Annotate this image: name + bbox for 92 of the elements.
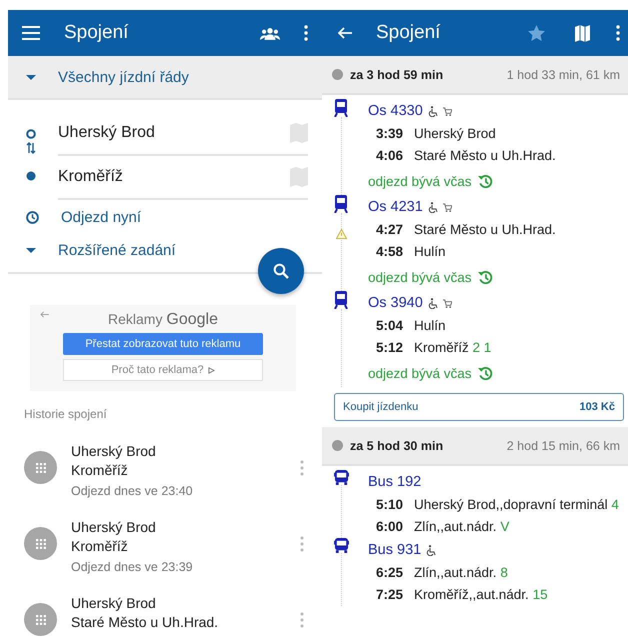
screen-title: Spojení (64, 22, 130, 44)
stop-name: Kroměříž (414, 340, 469, 355)
stop-name: Zlín,,aut.nádr. (414, 565, 497, 580)
star-icon[interactable] (528, 25, 545, 41)
departure-time-option[interactable]: Odjezd nyní (61, 208, 142, 226)
stop-name: Uherský Brod (414, 126, 496, 141)
stop-name: Staré Město u Uh.Hrad. (414, 222, 556, 237)
stop-time: 7:25 (376, 586, 404, 604)
stop-time: 3:39 (376, 125, 404, 143)
history-icon (478, 270, 493, 284)
history-destination: Staré Město u Uh.Hrad. (71, 613, 220, 632)
line-name[interactable]: Bus 192 (368, 474, 422, 490)
punctuality-note: odjezd bývá včas (368, 366, 472, 380)
why-ad-button[interactable]: Proč tato reklama? (63, 359, 263, 382)
more-icon[interactable] (304, 25, 308, 41)
platform-number: 4 (611, 497, 619, 512)
platform-number: 8 (500, 565, 508, 580)
bus-icon (334, 470, 349, 485)
clock-icon (26, 210, 39, 224)
more-icon[interactable] (616, 25, 620, 41)
grid-icon (24, 527, 57, 560)
punctuality-note: odjezd bývá včas (368, 270, 472, 284)
ad-title: Reklamy (108, 311, 162, 328)
history-time: Odjezd dnes ve 23:40 (71, 483, 194, 500)
filter-bar[interactable]: Všechny jízdní řády (8, 56, 322, 100)
stop-name: Hulín (414, 244, 446, 259)
history-origin: Uherský Brod (71, 442, 157, 461)
destination-field[interactable]: Kroměříž (58, 156, 308, 200)
departure-countdown: za 3 hod 59 min (350, 68, 444, 82)
stop-name: Zlín,,aut.nádr. (414, 519, 497, 534)
history-icon (478, 366, 493, 380)
section-title: Historie spojení (23, 406, 108, 424)
bus-icon (334, 538, 349, 553)
stop-name: Uherský Brod,,dopravní terminál (414, 497, 608, 512)
duration-distance: 1 hod 33 min, 61 km (506, 68, 620, 82)
platform-number: V (500, 519, 510, 534)
people-icon[interactable] (260, 26, 280, 40)
history-origin: Uherský Brod (71, 518, 157, 537)
advanced-search-option[interactable]: Rozšířené zadání (58, 242, 176, 260)
connection-summary-bar[interactable]: za 5 hod 30 min 2 hod 15 min, 66 km (322, 427, 628, 466)
search-button[interactable] (258, 248, 304, 294)
play-icon (208, 366, 215, 374)
stop-time: 5:04 (376, 317, 404, 335)
stop-time: 4:58 (376, 243, 404, 261)
stop-time: 6:25 (376, 564, 404, 582)
grid-icon (24, 603, 57, 636)
line-name[interactable]: Os 4330 (368, 103, 423, 119)
stop-time: 4:27 (376, 221, 404, 239)
stop-time: 5:10 (376, 496, 404, 514)
platform-number: 2 1 (472, 340, 492, 355)
history-item[interactable]: Uherský Brod Kroměříž Odjezd dnes ve 23:39 (8, 510, 322, 586)
connection-summary-bar[interactable]: za 3 hod 59 min 1 hod 33 min, 61 km (322, 56, 628, 95)
timetable-filter[interactable]: Všechny jízdní řády (58, 68, 189, 86)
caret-icon (26, 74, 36, 80)
stop-ad-button[interactable]: Přestat zobrazovat tuto reklamu (63, 333, 263, 356)
grid-icon (24, 451, 57, 484)
status-dot (332, 69, 343, 80)
history-time: Odjezd dnes ve 23:39 (71, 559, 194, 576)
train-icon (334, 99, 348, 117)
ad-brand: Google (166, 311, 218, 328)
stop-time: 4:06 (376, 147, 404, 165)
screen-title: Spojení (376, 22, 442, 44)
train-icon (334, 195, 348, 213)
history-icon (478, 174, 493, 188)
line-name[interactable]: Os 4231 (368, 199, 423, 215)
buy-ticket-button[interactable]: Koupit jízdenku 103 Kč (334, 393, 624, 421)
platform-number: 15 (532, 587, 548, 602)
stop-name: Staré Město u Uh.Hrad. (414, 148, 556, 163)
history-destination: Kroměříž (71, 461, 129, 480)
history-item[interactable]: Uherský Brod Staré Město u Uh.Hrad. (8, 586, 322, 644)
line-name[interactable]: Bus 931 (368, 542, 422, 558)
punctuality-note: odjezd bývá včas (368, 174, 472, 188)
map-icon[interactable] (575, 24, 590, 42)
stop-time: 6:00 (376, 518, 404, 536)
caret-icon (26, 248, 36, 254)
search-icon (273, 262, 289, 279)
duration-distance: 2 hod 15 min, 66 km (506, 438, 620, 452)
origin-icon (26, 129, 36, 140)
destination-icon (26, 171, 36, 182)
stop-time: 5:12 (376, 339, 404, 357)
status-dot (332, 440, 343, 451)
swap-icon[interactable] (26, 142, 36, 154)
train-icon (334, 291, 348, 309)
history-origin: Uherský Brod (71, 594, 157, 613)
history-destination: Kroměříž (71, 537, 129, 556)
menu-icon[interactable] (22, 26, 40, 40)
history-item[interactable]: Uherský Brod Kroměříž Odjezd dnes ve 23:40 (8, 434, 322, 510)
origin-field[interactable]: Uherský Brod (58, 112, 308, 156)
line-name[interactable]: Os 3940 (368, 295, 423, 311)
stop-name: Hulín (414, 318, 446, 333)
departure-countdown: za 5 hod 30 min (350, 438, 444, 452)
stop-name: Kroměříž,,aut.nádr. (414, 587, 529, 602)
